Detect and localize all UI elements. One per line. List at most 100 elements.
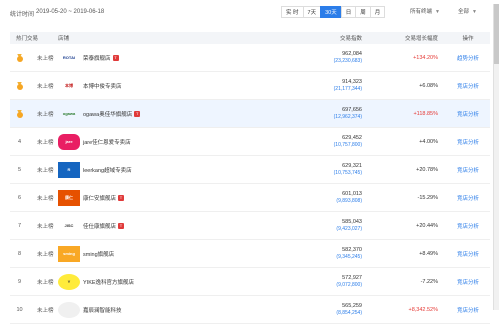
shop-logo[interactable]: 本博 <box>58 78 80 94</box>
table-row[interactable]: 4 未上榜 jare jare佳仁恩爱专卖店 629,452 (10,757,8… <box>10 128 490 156</box>
trade-index: 601,013 <box>342 191 362 197</box>
table-row[interactable]: 9 未上榜 Y YIKE逸科官方旗舰店 572,927 (9,072,800) … <box>10 268 490 296</box>
shop-name[interactable]: 荣泰旗舰店 <box>83 54 111 62</box>
rank-status: 未上榜 <box>37 55 54 62</box>
rank-cell: 9 未上榜 <box>10 278 58 286</box>
range-button[interactable]: 30天 <box>320 6 342 18</box>
range-selector: 实 时 7天 30天日周月 <box>281 6 386 18</box>
trade-amount: (21,177,344) <box>333 86 362 92</box>
shop-name[interactable]: jare佳仁恩爱专卖店 <box>83 138 131 146</box>
table-row[interactable]: 5 未上榜 R leerkang超域专卖店 629,321 (10,753,74… <box>10 156 490 184</box>
trade-index: 572,927 <box>342 275 362 281</box>
tmall-icon: T <box>118 222 125 229</box>
growth-cell: -7.22% <box>368 279 446 285</box>
stat-time-range: 2019-05-20 ~ 2019-06-18 <box>36 9 105 15</box>
analysis-link[interactable]: 趋势分析 <box>457 56 479 62</box>
trade-index: 629,321 <box>342 163 362 169</box>
rank-number: 8 <box>17 250 22 257</box>
trade-amount: (23,230,683) <box>333 58 362 64</box>
trade-index: 697,656 <box>342 107 362 113</box>
trade-amount: (9,345,245) <box>336 254 362 260</box>
shop-logo[interactable]: R <box>58 161 80 178</box>
index-cell: 629,452 (10,757,800) <box>268 135 368 148</box>
shop-name[interactable]: 本博中俊专卖店 <box>83 82 122 90</box>
chevron-down-icon: ▼ <box>472 9 477 15</box>
rank-cell: 未上榜 <box>10 81 58 90</box>
growth-rate: +6.08% <box>419 82 438 89</box>
range-button[interactable]: 月 <box>369 6 386 18</box>
table-row[interactable]: 未上榜 ROTAI 荣泰旗舰店 T 962,084 (23,230,683) +… <box>10 44 490 72</box>
all-dropdown[interactable]: 全部 ▼ <box>458 6 477 18</box>
shop-name[interactable]: YIKE逸科官方旗舰店 <box>83 278 134 286</box>
index-cell: 601,013 (9,893,808) <box>268 191 368 204</box>
op-cell: 竞店分析 <box>446 166 490 174</box>
shop-logo[interactable]: 康仁 <box>58 189 80 206</box>
shop-name[interactable]: leerkang超域专卖店 <box>83 166 132 174</box>
col-op-header: 操作 <box>462 36 474 42</box>
table-row[interactable]: 未上榜 ogawa ogawa奥佳华旗舰店 T 697,656 (12,962,… <box>10 100 490 128</box>
analysis-link[interactable]: 竞店分析 <box>457 308 479 314</box>
shop-logo[interactable]: sming <box>58 245 80 262</box>
col-growth-header[interactable]: 交易增长幅度 <box>368 34 446 42</box>
shop-name[interactable]: 嘉辰澜智能科技 <box>83 306 122 314</box>
trade-amount: (12,962,374) <box>333 114 362 120</box>
table-row[interactable]: 10 未上榜 嘉辰澜智能科技 565,259 (8,854,254) +8,34… <box>10 296 490 324</box>
trade-amount: (10,753,745) <box>333 170 362 176</box>
analysis-link[interactable]: 竞店分析 <box>457 140 479 146</box>
shop-cell: ogawa ogawa奥佳华旗舰店 T <box>58 106 268 122</box>
growth-rate: +134.20% <box>413 54 438 61</box>
shop-name[interactable]: 康仁安旗舰店 <box>83 194 116 202</box>
analysis-link[interactable]: 竞店分析 <box>457 112 479 118</box>
growth-rate: +20.44% <box>416 222 438 229</box>
table-row[interactable]: 7 未上榜 JISC 佳仕康旗舰店 T 585,043 (9,423,027) … <box>10 212 490 240</box>
rank-cell: 7 未上榜 <box>10 222 58 230</box>
table-row[interactable]: 6 未上榜 康仁 康仁安旗舰店 T 601,013 (9,893,808) -1… <box>10 184 490 212</box>
range-button[interactable]: 实 时 <box>281 6 304 18</box>
growth-cell: +134.20% <box>368 55 446 61</box>
rank-status: 未上榜 <box>37 167 54 174</box>
col-rank-header: 热门交易 <box>16 36 39 42</box>
growth-cell: +4.00% <box>368 139 446 145</box>
shop-logo[interactable]: jare <box>58 133 80 150</box>
range-button[interactable]: 日 <box>340 6 357 18</box>
analysis-link[interactable]: 竞店分析 <box>457 84 479 90</box>
trade-index: 962,084 <box>342 51 362 57</box>
table-row[interactable]: 未上榜 本博 本博中俊专卖店 914,323 (21,177,344) +6.0… <box>10 72 490 100</box>
shop-name[interactable]: 佳仕康旗舰店 <box>83 222 116 230</box>
shop-logo[interactable] <box>58 301 80 318</box>
terminal-dropdown[interactable]: 所有终端 ▼ <box>410 6 440 18</box>
analysis-link[interactable]: 竞店分析 <box>457 168 479 174</box>
rank-cell: 8 未上榜 <box>10 250 58 258</box>
chevron-down-icon: ▼ <box>435 9 440 15</box>
index-cell: 585,043 (9,423,027) <box>268 219 368 232</box>
analysis-link[interactable]: 竞店分析 <box>457 252 479 258</box>
rank-cell: 10 未上榜 <box>10 306 58 314</box>
range-button[interactable]: 7天 <box>302 6 322 18</box>
rank-number: 5 <box>17 166 22 173</box>
rank-cell: 4 未上榜 <box>10 138 58 146</box>
range-button[interactable]: 周 <box>355 6 371 18</box>
shop-cell: jare jare佳仁恩爱专卖店 <box>58 133 268 150</box>
growth-rate: -15.29% <box>417 194 439 201</box>
tmall-icon: T <box>134 110 141 117</box>
op-cell: 竞店分析 <box>446 278 490 286</box>
rank-status: 未上榜 <box>37 195 54 202</box>
analysis-link[interactable]: 竞店分析 <box>457 224 479 230</box>
col-index-header[interactable]: 交易指数 <box>268 34 368 42</box>
shop-logo[interactable]: JISC <box>58 218 80 234</box>
all-dropdown-label: 全部 <box>458 9 470 15</box>
shop-logo[interactable]: ogawa <box>58 106 80 122</box>
analysis-link[interactable]: 竞店分析 <box>457 196 479 202</box>
scroll-thumb[interactable] <box>494 4 499 64</box>
medal-icon <box>16 81 23 90</box>
shop-logo[interactable]: ROTAI <box>58 50 80 66</box>
analysis-link[interactable]: 竞店分析 <box>457 280 479 286</box>
top-bar: 统计时间 2019-05-20 ~ 2019-06-18 实 时 7天 30天日周月… <box>0 0 500 28</box>
shop-logo[interactable]: Y <box>58 273 80 290</box>
scrollbar[interactable] <box>493 4 499 310</box>
op-cell: 竞店分析 <box>446 82 490 90</box>
index-cell: 572,927 (9,072,800) <box>268 275 368 288</box>
table-row[interactable]: 8 未上榜 sming sming旗舰店 582,370 (9,345,245)… <box>10 240 490 268</box>
shop-name[interactable]: ogawa奥佳华旗舰店 <box>83 110 132 118</box>
shop-name[interactable]: sming旗舰店 <box>83 250 114 258</box>
